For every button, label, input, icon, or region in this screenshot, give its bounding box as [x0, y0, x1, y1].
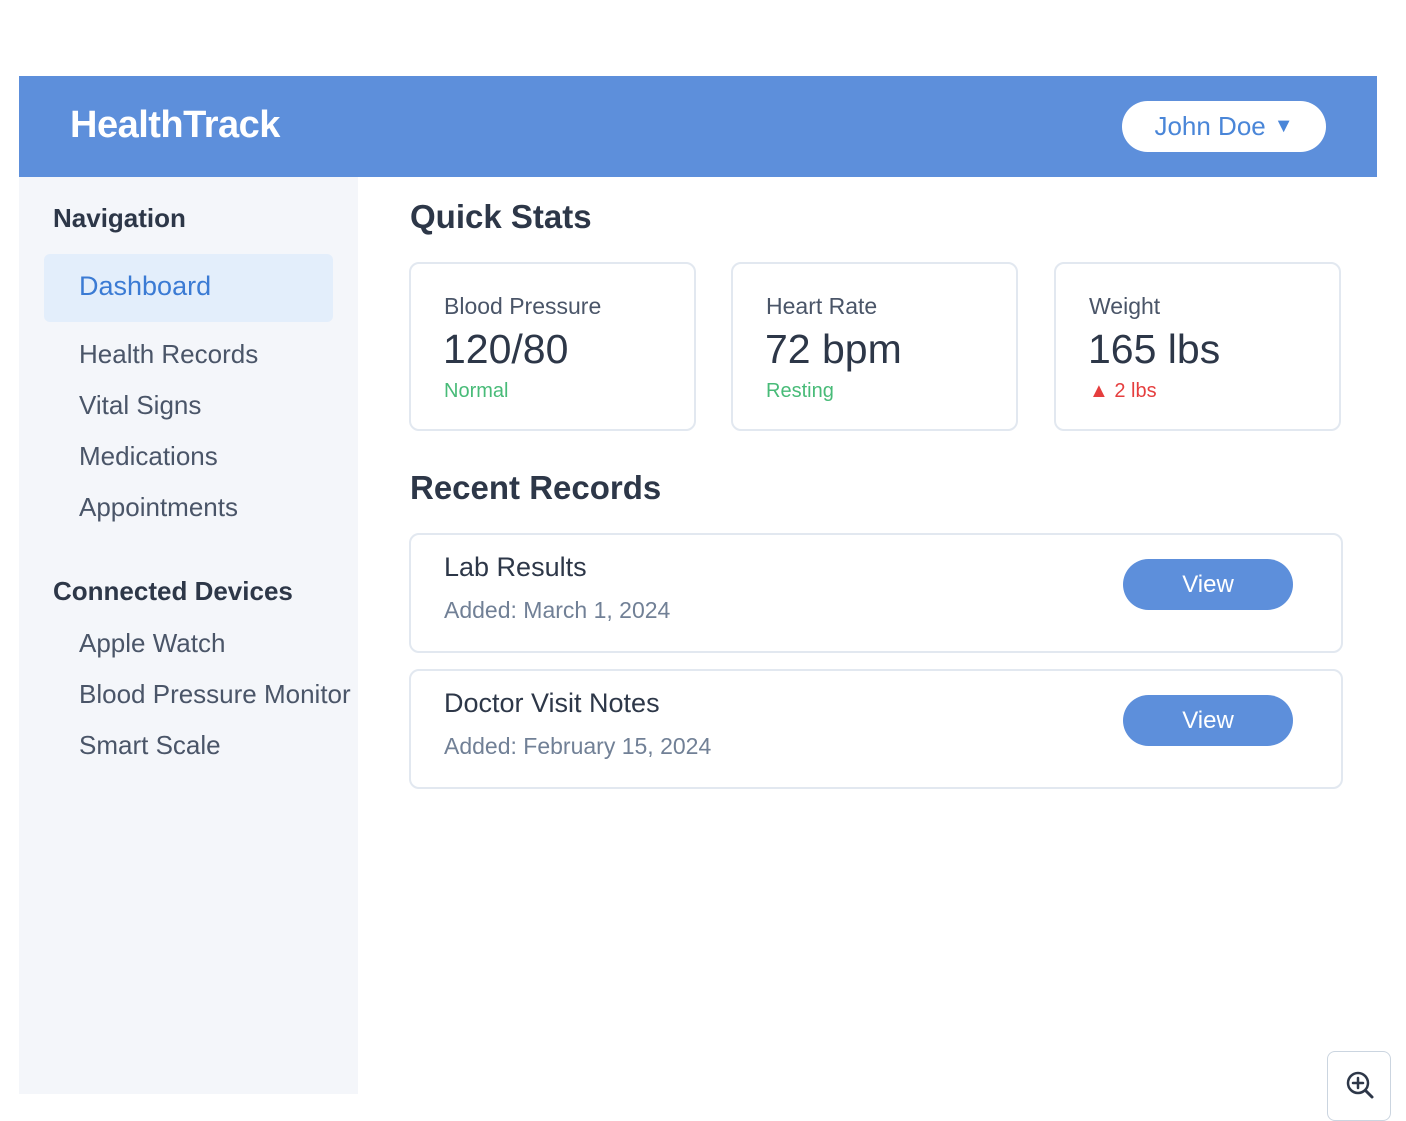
- record-card-lab-results: Lab Results Added: March 1, 2024 View: [409, 533, 1343, 653]
- chevron-down-icon: ▼: [1273, 115, 1294, 137]
- connected-devices-heading: Connected Devices: [53, 576, 293, 606]
- stat-value: 120/80: [443, 326, 569, 372]
- sidebar: Navigation Dashboard Health Records Vita…: [19, 177, 358, 1094]
- sidebar-item-health-records[interactable]: Health Records: [79, 339, 258, 370]
- sidebar-item-appointments[interactable]: Appointments: [79, 492, 238, 523]
- view-button[interactable]: View: [1123, 559, 1293, 610]
- record-date: Added: February 15, 2024: [444, 733, 712, 759]
- stat-status: Resting: [766, 380, 834, 402]
- sidebar-item-vital-signs[interactable]: Vital Signs: [79, 390, 201, 421]
- top-header: HealthTrack John Doe ▼: [19, 76, 1377, 177]
- stat-label: Weight: [1089, 293, 1161, 319]
- record-title: Lab Results: [444, 552, 587, 582]
- quick-stats-title: Quick Stats: [410, 198, 592, 235]
- stat-status: Normal: [444, 380, 509, 402]
- stat-card-weight: Weight 165 lbs ▲ 2 lbs: [1054, 262, 1341, 431]
- zoom-button[interactable]: [1327, 1051, 1391, 1121]
- stat-label: Heart Rate: [766, 293, 878, 319]
- stat-label: Blood Pressure: [444, 293, 602, 319]
- user-name: John Doe: [1154, 111, 1266, 141]
- sidebar-item-dashboard[interactable]: Dashboard: [44, 254, 333, 322]
- stat-change: ▲ 2 lbs: [1089, 380, 1157, 402]
- view-button[interactable]: View: [1123, 695, 1293, 746]
- recent-records-title: Recent Records: [410, 469, 662, 506]
- brand-logo[interactable]: HealthTrack: [70, 104, 280, 147]
- sidebar-item-medications[interactable]: Medications: [79, 441, 218, 472]
- stat-card-blood-pressure: Blood Pressure 120/80 Normal: [409, 262, 696, 431]
- record-date: Added: March 1, 2024: [444, 597, 671, 623]
- device-item-blood-pressure-monitor[interactable]: Blood Pressure Monitor: [79, 679, 351, 710]
- stat-value: 72 bpm: [765, 326, 902, 372]
- record-card-doctor-visit-notes: Doctor Visit Notes Added: February 15, 2…: [409, 669, 1343, 789]
- stat-card-heart-rate: Heart Rate 72 bpm Resting: [731, 262, 1018, 431]
- user-menu-button[interactable]: John Doe ▼: [1122, 101, 1326, 152]
- record-title: Doctor Visit Notes: [444, 688, 660, 718]
- sidebar-item-label: Dashboard: [79, 271, 212, 301]
- stat-value: 165 lbs: [1088, 326, 1221, 372]
- app-window: HealthTrack John Doe ▼ Navigation Dashbo…: [19, 76, 1377, 1094]
- zoom-in-icon: [1346, 1071, 1374, 1099]
- navigation-heading: Navigation: [53, 203, 186, 233]
- device-item-smart-scale[interactable]: Smart Scale: [79, 730, 221, 761]
- device-item-apple-watch[interactable]: Apple Watch: [79, 628, 225, 659]
